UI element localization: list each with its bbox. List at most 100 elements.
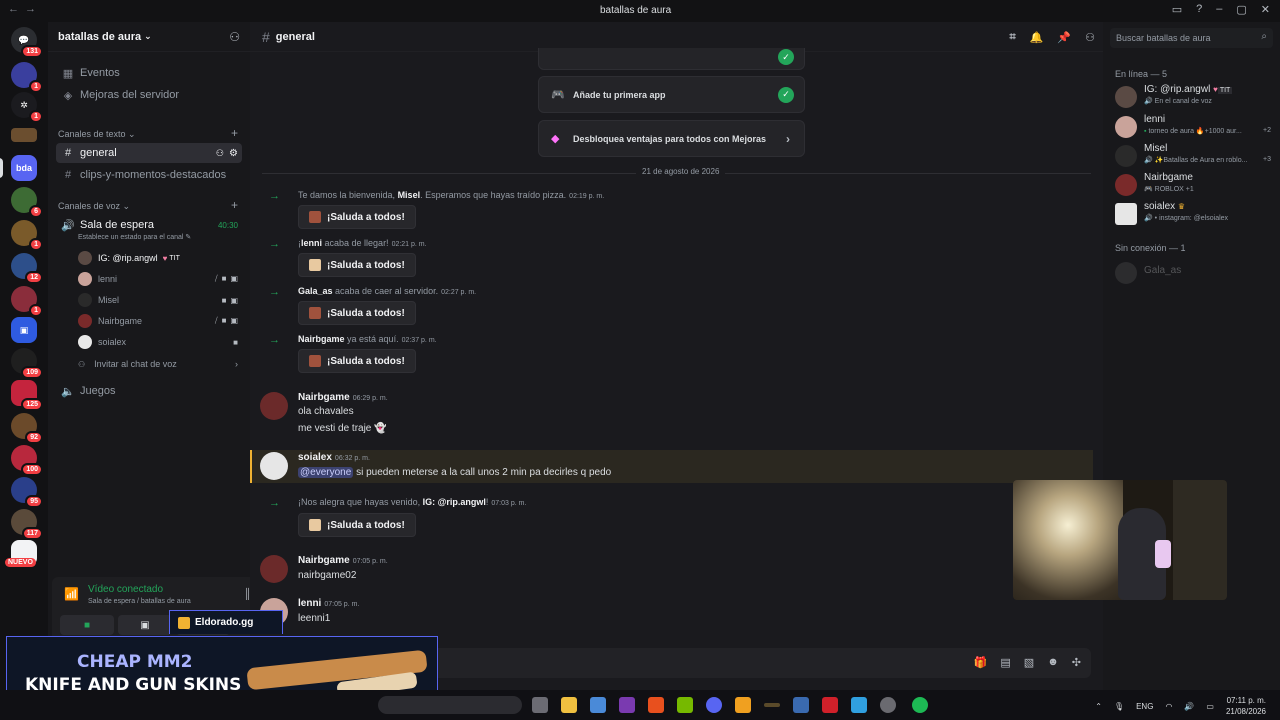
app-icon[interactable] xyxy=(764,703,780,707)
voice-user[interactable]: soialex ■ xyxy=(78,333,242,351)
everyone-mention[interactable]: @everyone xyxy=(298,467,354,478)
voice-user[interactable]: Misel ■ ▣ xyxy=(78,291,242,309)
help-icon[interactable]: ? xyxy=(1196,3,1202,16)
voice-category[interactable]: Canales de voz ⌄ xyxy=(58,201,130,212)
app-icon[interactable] xyxy=(880,697,896,713)
amd-icon[interactable] xyxy=(822,697,838,713)
store-icon[interactable] xyxy=(590,697,606,713)
bell-icon[interactable]: 🔔 xyxy=(1030,31,1044,44)
server-icon[interactable]: 92 xyxy=(11,413,43,444)
voice-location[interactable]: Sala de espera / batallas de aura xyxy=(88,598,191,605)
wave-button[interactable]: ¡Saluda a todos! xyxy=(298,205,416,229)
events-item[interactable]: ▦ Eventos xyxy=(56,63,242,83)
server-icon-bda[interactable]: bda xyxy=(0,155,37,181)
invite-voice-chat[interactable]: ⚇ Invitar al chat de voz › xyxy=(78,355,242,373)
app-icon[interactable] xyxy=(851,697,867,713)
server-icon[interactable]: ✲ 1 xyxy=(11,92,43,123)
member-item[interactable]: IG: @rip.angwl ♥ TIT 🔊 En el canal de voz xyxy=(1115,84,1275,112)
user-name[interactable]: IG: @rip.angwl xyxy=(423,497,486,507)
discord-icon[interactable] xyxy=(706,697,722,713)
back-forward-arrows[interactable]: ←→ xyxy=(8,3,42,15)
server-header[interactable]: batallas de aura ⌄ ⚇ xyxy=(48,22,250,52)
wave-button[interactable]: ¡Saluda a todos! xyxy=(298,301,416,325)
server-icon[interactable]: 100 xyxy=(11,445,43,476)
message-author[interactable]: soialex 06:32 p. m. xyxy=(298,452,370,463)
server-icon[interactable]: 1 xyxy=(11,62,43,93)
invite-icon[interactable]: ⚇ xyxy=(216,148,224,159)
avatar[interactable] xyxy=(260,452,288,480)
member-item[interactable]: Nairbgame 🎮 ROBLOX +1 xyxy=(1115,172,1275,200)
wifi-icon[interactable]: ◠ xyxy=(1165,702,1172,711)
camera-button[interactable]: ■ xyxy=(60,615,114,635)
home-dm-button[interactable]: 💬 131 xyxy=(11,27,43,58)
app-icon[interactable] xyxy=(619,697,635,713)
nvidia-icon[interactable] xyxy=(677,697,693,713)
voice-user[interactable]: IG: @rip.angwl ♥ TIT xyxy=(78,249,242,267)
screen-share-button[interactable]: ▣ xyxy=(118,615,172,635)
message-author[interactable]: Nairbgame 07:05 p. m. xyxy=(298,555,388,566)
create-channel-icon[interactable]: + xyxy=(231,126,238,140)
maximize-button[interactable]: ▢ xyxy=(1236,3,1246,16)
member-item[interactable]: soialex ♛ 🔊 • instagram: @elsoialex xyxy=(1115,201,1275,229)
boosts-item[interactable]: ◈ Mejoras del servidor xyxy=(56,85,242,105)
clock[interactable]: 07:11 p. m. 21/08/2026 xyxy=(1226,695,1266,717)
threads-icon[interactable]: ⌗ xyxy=(1010,31,1016,44)
add-member-icon[interactable]: ⚇ xyxy=(229,30,240,44)
microphone-icon[interactable]: 🎙 xyxy=(1114,702,1124,711)
create-channel-icon[interactable]: + xyxy=(231,198,238,212)
taskbar-search[interactable] xyxy=(378,696,522,714)
channel-clips[interactable]: # clips-y-momentos-destacados xyxy=(56,165,242,185)
wave-button[interactable]: ¡Saluda a todos! xyxy=(298,513,416,537)
voice-user[interactable]: lenni ⧸ ■ ▣ xyxy=(78,270,242,288)
server-icon[interactable]: ▣ xyxy=(11,317,37,343)
emoji-icon[interactable]: ☻ xyxy=(1047,656,1059,669)
server-icon[interactable]: 12 xyxy=(11,253,43,284)
message-author[interactable]: Nairbgame 06:29 p. m. xyxy=(298,392,388,403)
server-icon[interactable]: 109 xyxy=(11,348,43,379)
member-item[interactable]: Gala_as xyxy=(1115,260,1275,288)
volume-icon[interactable]: 🔊 xyxy=(1184,702,1194,711)
file-explorer-icon[interactable] xyxy=(561,697,577,713)
user-name[interactable]: Misel xyxy=(398,190,421,200)
message-author[interactable]: lenni 07:05 p. m. xyxy=(298,598,359,609)
channel-general[interactable]: # general ⚇ ⚙ xyxy=(56,143,242,163)
brave-browser-icon[interactable] xyxy=(648,697,664,713)
onboarding-card-boost[interactable]: ◆ Desbloquea ventajas para todos con Mejo… xyxy=(538,120,805,157)
close-button[interactable]: ✕ xyxy=(1261,3,1270,16)
avatar[interactable] xyxy=(260,392,288,420)
user-name[interactable]: lenni xyxy=(301,238,322,248)
pen-app-icon[interactable] xyxy=(735,697,751,713)
voice-user[interactable]: Nairbgame ⧸ ■ ▣ xyxy=(78,312,242,330)
battery-icon[interactable]: ▭ xyxy=(1206,702,1214,711)
chevron-up-icon[interactable]: ⌃ xyxy=(1095,702,1102,711)
onboarding-card-app[interactable]: 🎮 Añade tu primera app ✓ xyxy=(538,76,805,113)
server-icon[interactable]: 125 xyxy=(11,380,43,411)
task-view-icon[interactable] xyxy=(532,697,548,713)
inbox-icon[interactable]: ▭ xyxy=(1172,3,1182,16)
app-icon[interactable] xyxy=(793,697,809,713)
server-icon[interactable]: 95 xyxy=(11,477,43,508)
server-icon[interactable]: 1 xyxy=(11,286,43,317)
apps-icon[interactable]: ✣ xyxy=(1072,656,1081,669)
gear-icon[interactable]: ⚙ xyxy=(229,148,238,159)
voice-channel-juegos[interactable]: 🔈 Juegos xyxy=(56,381,242,401)
gift-icon[interactable]: 🎁 xyxy=(974,656,988,669)
search-input[interactable]: Buscar batallas de aura ⌕ xyxy=(1110,28,1273,48)
server-icon[interactable]: 6 xyxy=(11,187,43,218)
user-name[interactable]: Nairbgame xyxy=(298,334,345,344)
wave-button[interactable]: ¡Saluda a todos! xyxy=(298,253,416,277)
language-indicator[interactable]: ENG xyxy=(1136,702,1153,711)
minimize-button[interactable]: – xyxy=(1216,3,1222,16)
server-icon[interactable]: 117 xyxy=(11,509,43,540)
voice-channel-sala[interactable]: 🔊 Sala de espera 40:30 xyxy=(56,215,242,235)
wave-button[interactable]: ¡Saluda a todos! xyxy=(298,349,416,373)
server-icon[interactable]: 1 xyxy=(11,220,43,251)
onboarding-card-partial[interactable]: ✓ xyxy=(538,48,805,70)
member-item[interactable]: Misel 🔊 ✨Batallas de Aura en roblo... +3 xyxy=(1115,143,1275,171)
pin-icon[interactable]: 📌 xyxy=(1057,31,1071,44)
member-item[interactable]: lenni ▪ torneo de aura 🔥+1000 aur... +2 xyxy=(1115,114,1275,142)
user-name[interactable]: Gala_as xyxy=(298,286,333,296)
sticker-icon[interactable]: ▧ xyxy=(1024,656,1034,669)
ad-brand-tab[interactable]: Eldorado.gg xyxy=(169,610,283,634)
avatar[interactable] xyxy=(260,555,288,583)
